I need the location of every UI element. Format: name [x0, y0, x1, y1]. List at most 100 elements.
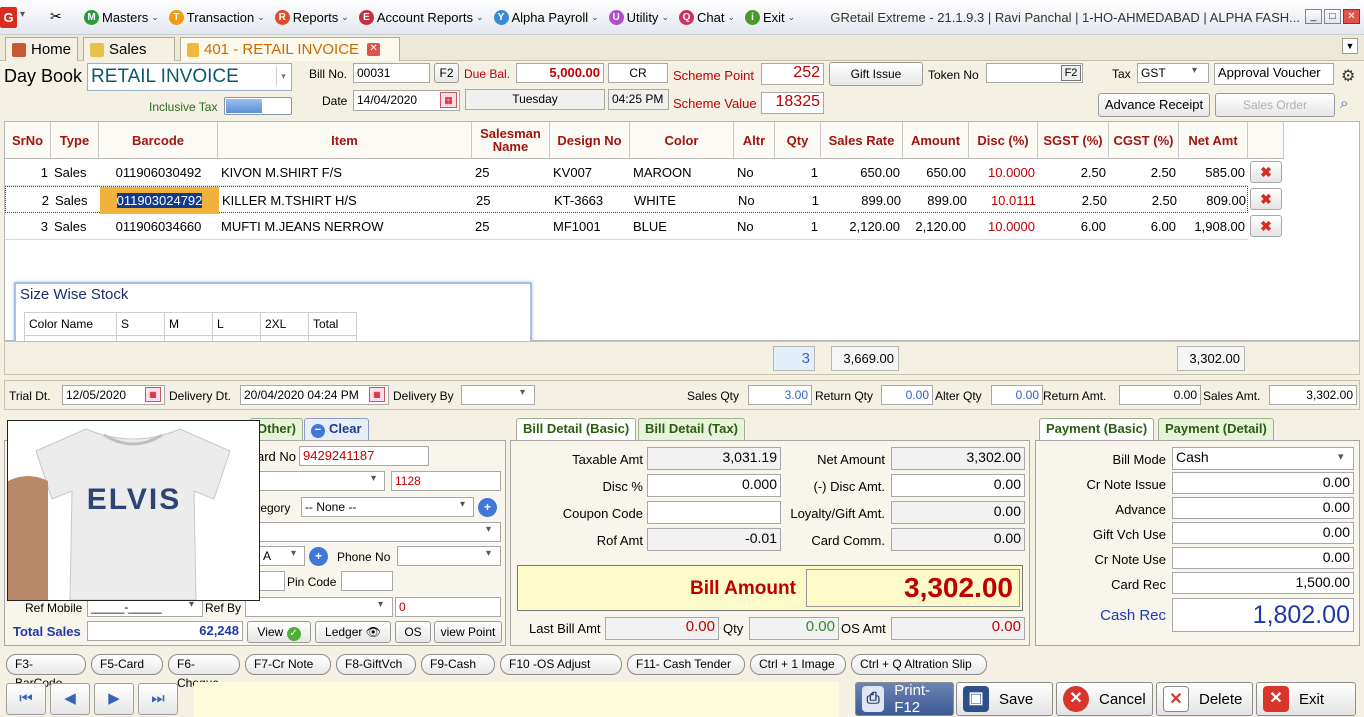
chevron-down-icon[interactable]: ▾ [378, 599, 383, 610]
cell-salesman[interactable]: 25 [472, 159, 550, 186]
add-state-icon[interactable]: + [309, 547, 328, 566]
menu-alpha-payroll[interactable]: Y Alpha Payroll ⌄ [493, 10, 599, 25]
cell-net[interactable]: 809.00 [1180, 187, 1249, 214]
chevron-down-icon[interactable]: ▾ [460, 499, 465, 510]
advance-receipt-button[interactable]: Advance Receipt [1098, 93, 1210, 117]
cell-qty[interactable]: 1 [775, 159, 821, 186]
cell-salesman[interactable]: 25 [473, 187, 551, 214]
cell-sr[interactable]: 1 [5, 159, 51, 186]
delete-row-icon[interactable]: ✖ [1250, 188, 1282, 210]
tab-home[interactable]: Home [5, 37, 78, 61]
shortcut-f3-barcode[interactable]: F3-BarCode [6, 654, 86, 690]
shortcut-f7-cr-note[interactable]: F7-Cr Note [245, 654, 331, 675]
column-header-color[interactable]: Color [630, 122, 734, 159]
column-header-type[interactable]: Type [51, 122, 99, 159]
chevron-down-icon[interactable]: ▼ [1342, 38, 1358, 54]
gift-vch-use-field[interactable]: 0.00 [1172, 522, 1354, 544]
previous-record-icon[interactable]: ◀ [50, 683, 90, 715]
card-rec-field[interactable]: 1,500.00 [1172, 572, 1354, 594]
column-header-altr[interactable]: Altr [734, 122, 775, 159]
bill-no-f2-button[interactable]: F2 [434, 63, 459, 83]
ledger-button[interactable]: Ledger 👁 [315, 621, 391, 643]
cell-type[interactable]: Sales [51, 159, 99, 186]
calendar-icon[interactable]: ▦ [369, 387, 385, 402]
tab-payment-detail[interactable]: Payment (Detail) [1158, 418, 1274, 440]
cell-color[interactable]: WHITE [631, 187, 735, 214]
view-point-button[interactable]: view Point [434, 621, 502, 643]
view-button[interactable]: View ✓ [247, 621, 311, 643]
tax-select[interactable]: GST [1137, 63, 1209, 83]
shortcut-f10-os-adjust[interactable]: F10 -OS Adjust [500, 654, 622, 675]
cell-net[interactable]: 1,908.00 [1179, 213, 1248, 240]
cell-altr[interactable]: No [735, 187, 776, 214]
cell-design[interactable]: MF1001 [550, 213, 630, 240]
close-window-icon[interactable]: ✕ [1343, 9, 1360, 24]
disc-percent-field[interactable]: 0.000 [647, 474, 781, 497]
chevron-down-icon[interactable]: ▾ [486, 548, 491, 559]
search-icon[interactable]: ⌕ [1340, 95, 1348, 112]
chevron-down-icon[interactable]: ▾ [520, 387, 525, 398]
cell-color[interactable]: MAROON [630, 159, 734, 186]
chevron-down-icon[interactable]: ▾ [276, 66, 290, 86]
cell-rate[interactable]: 899.00 [822, 187, 904, 214]
cell-sgst[interactable]: 2.50 [1038, 159, 1109, 186]
cell-item[interactable]: MUFTI M.JEANS NERROW [218, 213, 472, 240]
cell-sgst[interactable]: 6.00 [1038, 213, 1109, 240]
shortcut-ctrl-q-altration-slip[interactable]: Ctrl + Q Altration Slip [851, 654, 987, 675]
bill-mode-select[interactable]: Cash [1172, 447, 1354, 470]
add-category-icon[interactable]: + [478, 498, 497, 517]
cell-altr[interactable]: No [734, 213, 775, 240]
shortcut-f9-cash[interactable]: F9-Cash [421, 654, 495, 675]
shortcut-f5-card[interactable]: F5-Card [91, 654, 163, 675]
cell-rate[interactable]: 650.00 [821, 159, 903, 186]
sales-order-button[interactable]: Sales Order [1215, 93, 1335, 117]
shortcut-ctrl-1-image[interactable]: Ctrl + 1 Image [750, 654, 846, 675]
save-button[interactable]: ▣ Save [956, 682, 1053, 716]
token-f2-button[interactable]: F2 [1061, 65, 1081, 81]
delete-button[interactable]: ✕ Delete [1156, 682, 1253, 716]
tools-icon[interactable]: ✂ [50, 8, 62, 25]
cr-note-use-field[interactable]: 0.00 [1172, 547, 1354, 569]
cell-rate[interactable]: 2,120.00 [821, 213, 903, 240]
cell-barcode[interactable]: 011903024792 [100, 187, 219, 214]
cell-sr[interactable]: 3 [5, 213, 51, 240]
cell-cgst[interactable]: 6.00 [1109, 213, 1179, 240]
tab-bill-detail-tax[interactable]: Bill Detail (Tax) [638, 418, 745, 440]
exit-button[interactable]: ✕ Exit [1256, 682, 1356, 716]
print-button[interactable]: ⎙ Print-F12 [855, 682, 954, 716]
menu-account-reports[interactable]: E Account Reports ⌄ [358, 10, 484, 25]
cell-type[interactable]: Sales [52, 187, 100, 214]
cell-amount[interactable]: 2,120.00 [903, 213, 969, 240]
maximize-icon[interactable]: □ [1324, 9, 1341, 24]
app-logo-icon[interactable]: G [0, 7, 17, 28]
cr-note-issue-field[interactable]: 0.00 [1172, 472, 1354, 494]
cell-cgst[interactable]: 2.50 [1110, 187, 1180, 214]
cell-item[interactable]: KILLER M.TSHIRT H/S [219, 187, 473, 214]
shortcut-f11-cash-tender[interactable]: F11- Cash Tender [627, 654, 745, 675]
close-tab-icon[interactable]: ✕ [367, 43, 381, 56]
cell-qty[interactable]: 1 [776, 187, 822, 214]
first-record-icon[interactable]: ⏮ [6, 683, 46, 715]
column-header-sgst[interactable]: SGST (%) [1038, 122, 1109, 159]
column-header-cgst[interactable]: CGST (%) [1109, 122, 1179, 159]
tab-payment-basic[interactable]: Payment (Basic) [1039, 418, 1155, 440]
column-header-item[interactable]: Item [218, 122, 472, 159]
column-header-disc[interactable]: Disc (%) [969, 122, 1038, 159]
menu-transaction[interactable]: T Transaction ⌄ [168, 10, 265, 25]
cell-salesman[interactable]: 25 [472, 213, 550, 240]
ref-by-select[interactable] [245, 597, 393, 617]
menu-reports[interactable]: R Reports ⌄ [274, 10, 349, 25]
shortcut-f8-giftvch[interactable]: F8-GiftVch [336, 654, 416, 675]
column-header-qty[interactable]: Qty [775, 122, 821, 159]
calendar-icon[interactable]: ▦ [145, 387, 161, 402]
pin-code-field[interactable] [341, 571, 393, 591]
cell-altr[interactable]: No [734, 159, 775, 186]
column-header-amount[interactable]: Amount [903, 122, 969, 159]
cell-sr[interactable]: 2 [6, 187, 52, 214]
column-header-sr[interactable]: SrNo [5, 122, 51, 159]
tab-retail-invoice[interactable]: 401 - RETAIL INVOICE ✕ [180, 37, 400, 61]
minimize-icon[interactable]: _ [1305, 9, 1322, 24]
column-header-design[interactable]: Design No [550, 122, 630, 159]
cell-design[interactable]: KV007 [550, 159, 630, 186]
menu-utility[interactable]: U Utility ⌄ [608, 10, 669, 25]
